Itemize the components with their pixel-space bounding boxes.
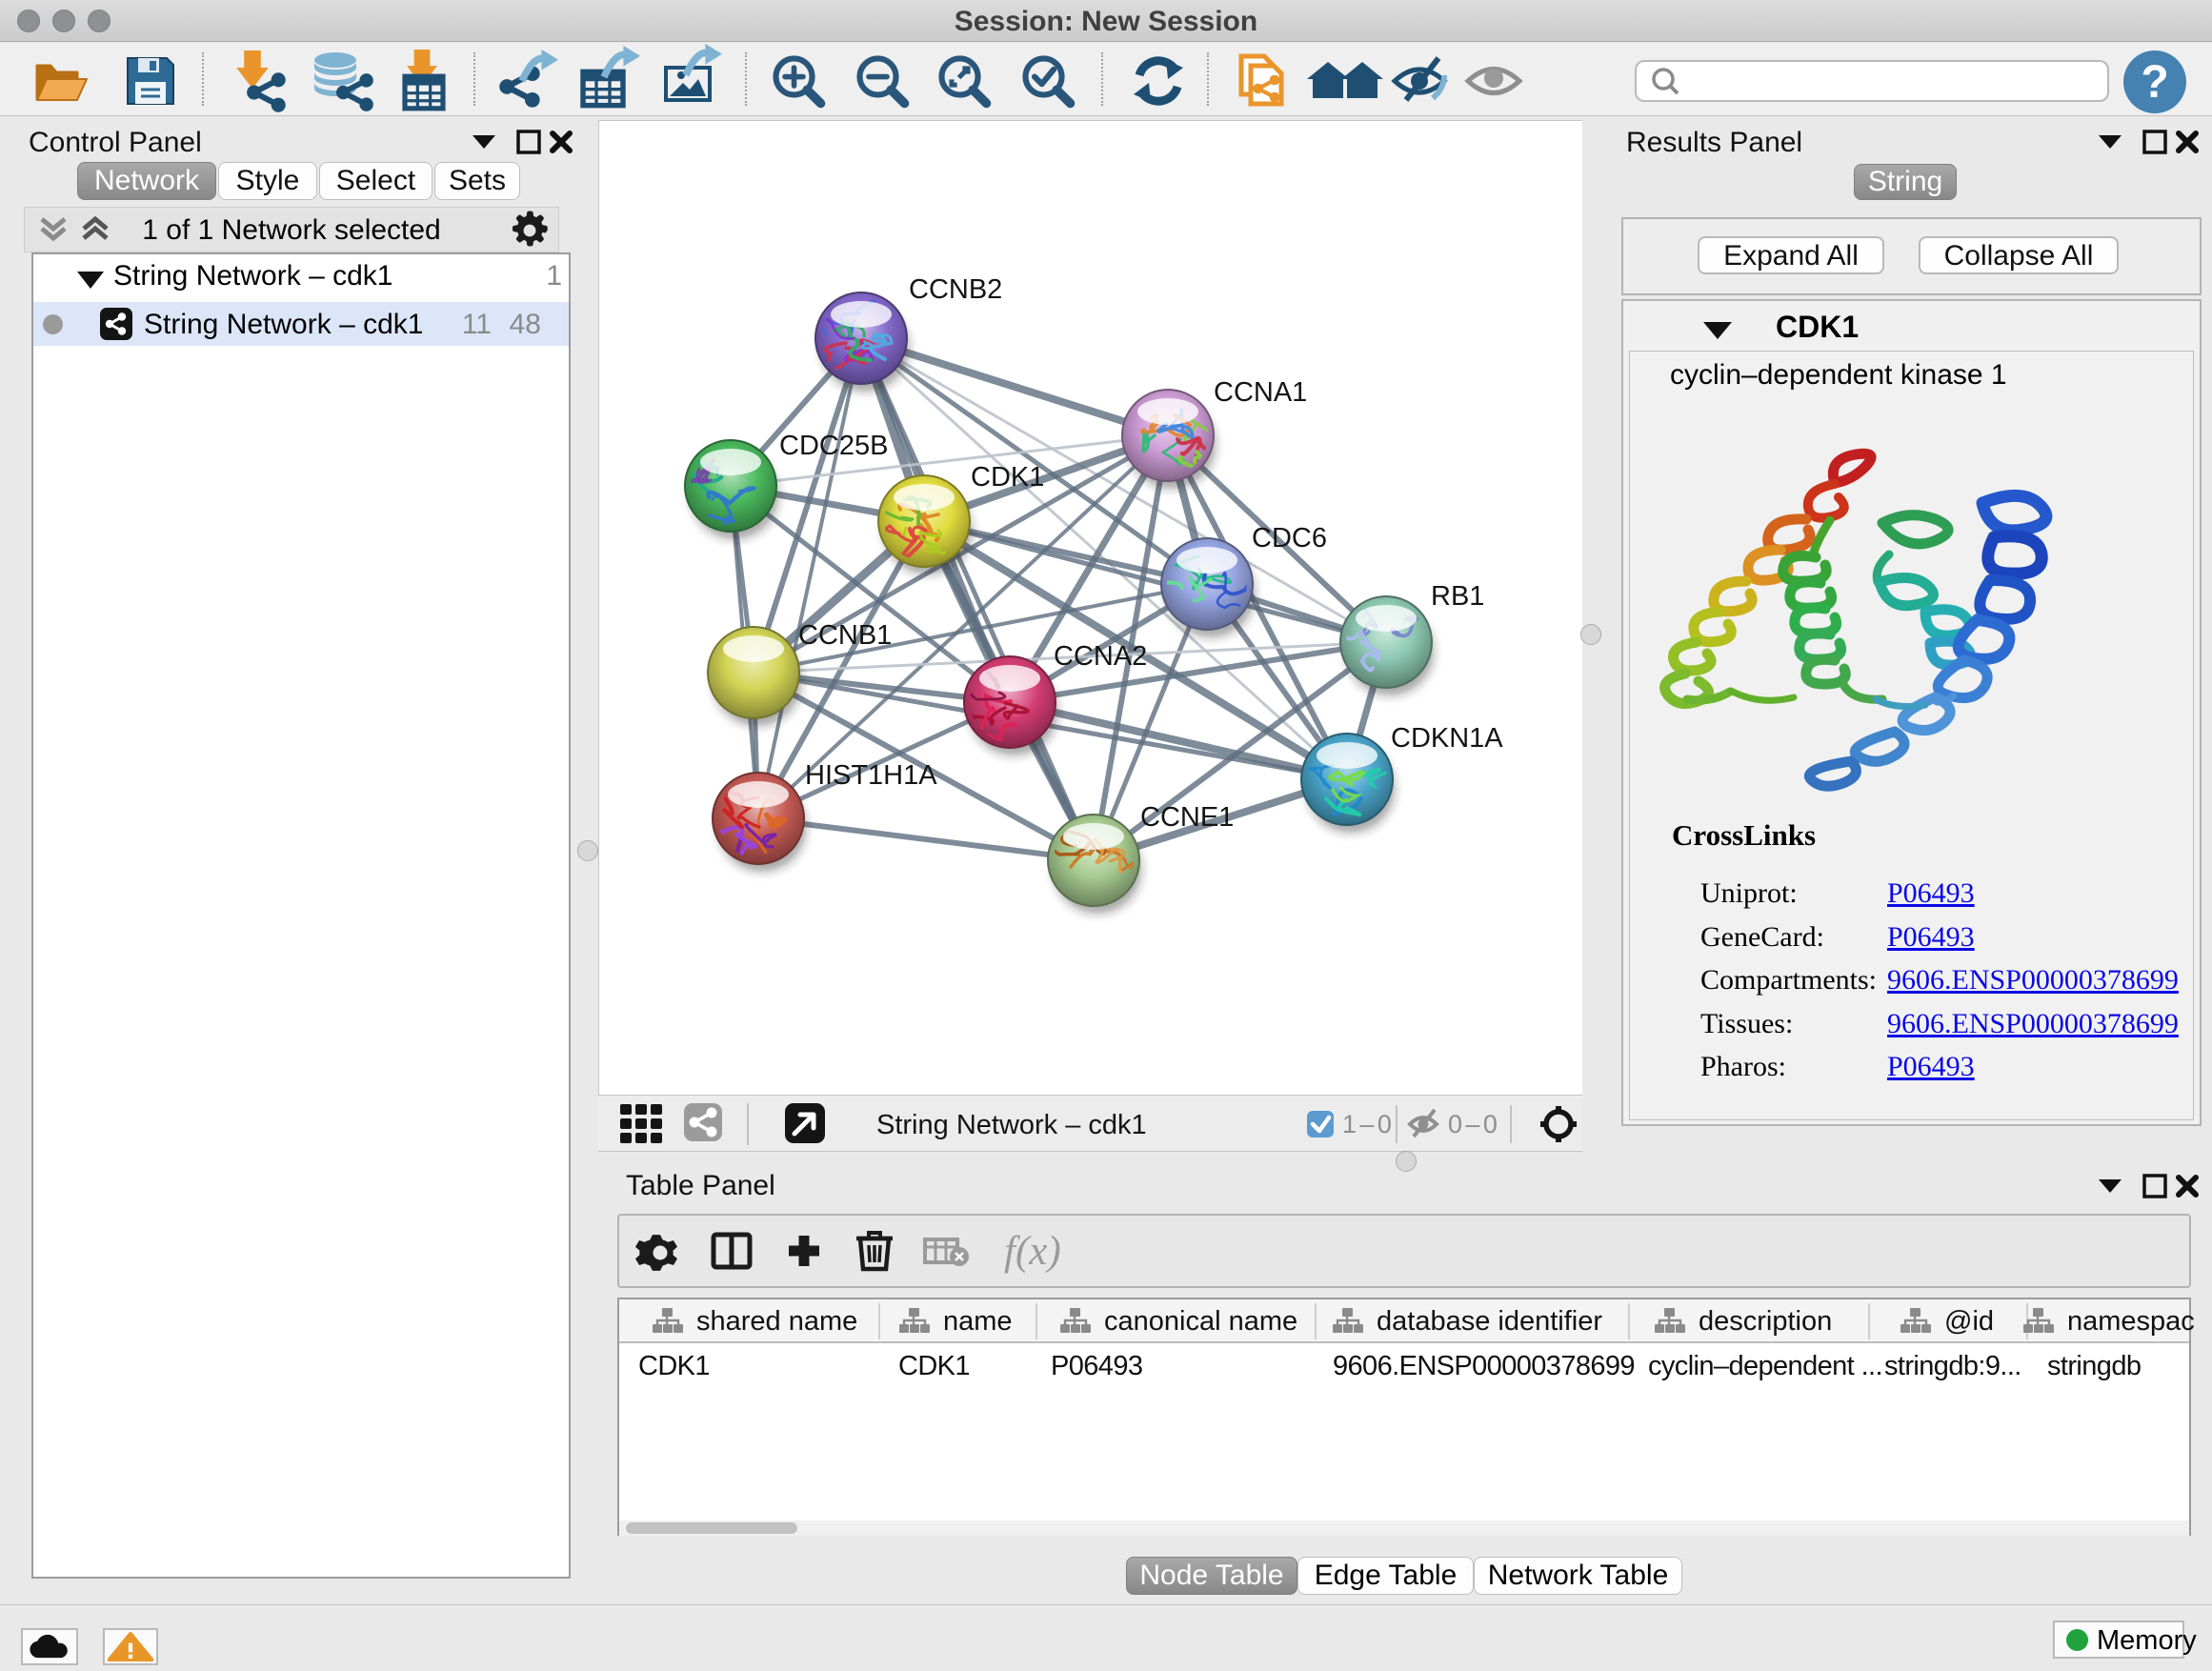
svg-text:1 – 0: 1 – 0 xyxy=(1342,1110,1391,1138)
svg-text:CCNA2: CCNA2 xyxy=(1054,641,1147,672)
svg-text:CCNB1: CCNB1 xyxy=(798,620,892,651)
svg-text:?: ? xyxy=(2141,57,2168,108)
svg-text:CCNE1: CCNE1 xyxy=(1140,802,1234,833)
svg-text:String Network – cdk1: String Network – cdk1 xyxy=(876,1110,1147,1140)
svg-text:CCNA1: CCNA1 xyxy=(1214,377,1307,408)
svg-text:CDC6: CDC6 xyxy=(1252,523,1327,554)
svg-text:CDKN1A: CDKN1A xyxy=(1391,723,1503,754)
svg-text:f(x): f(x) xyxy=(1004,1229,1061,1274)
svg-text:CCNB2: CCNB2 xyxy=(909,274,1002,305)
svg-text:HIST1H1A: HIST1H1A xyxy=(805,760,937,791)
svg-text:0 – 0: 0 – 0 xyxy=(1448,1110,1497,1138)
svg-text:CDK1: CDK1 xyxy=(971,462,1044,493)
svg-text:CDC25B: CDC25B xyxy=(779,431,888,461)
svg-text:RB1: RB1 xyxy=(1431,581,1484,612)
